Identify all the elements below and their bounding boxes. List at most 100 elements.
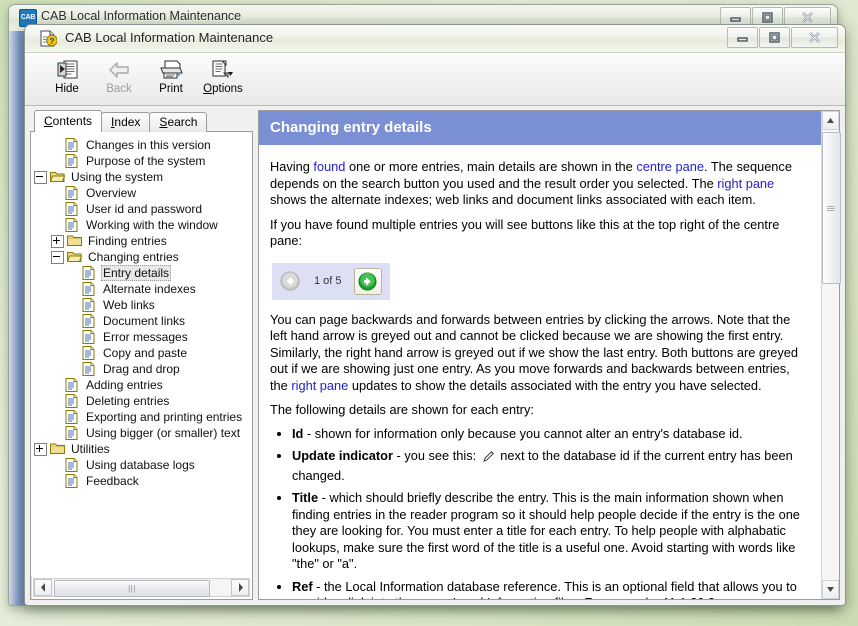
topic-heading: Changing entry details xyxy=(259,111,821,145)
tree-item-label: Error messages xyxy=(103,330,188,344)
back-button-label: Back xyxy=(106,83,132,95)
scroll-up-button[interactable] xyxy=(822,111,839,130)
pencil-icon xyxy=(482,450,495,468)
tree-item[interactable]: Finding entries xyxy=(32,233,251,249)
entry-detail-term: Title xyxy=(292,490,319,505)
tree-expand-icon[interactable] xyxy=(34,442,47,456)
tree-item[interactable]: Web links xyxy=(32,297,251,313)
tree-item[interactable]: Using the system xyxy=(32,169,251,185)
tab-index[interactable]: Index xyxy=(101,112,151,132)
tree-item[interactable]: Purpose of the system xyxy=(32,153,251,169)
tree-hscroll-thumb[interactable]: ||| xyxy=(54,580,210,597)
tree-item-label: Working with the window xyxy=(86,218,218,232)
tree-item[interactable]: User id and password xyxy=(32,201,251,217)
topic-paragraph-3: You can page backwards and forwards betw… xyxy=(270,312,809,395)
entry-detail-term: Id xyxy=(292,425,304,441)
link-centre-pane[interactable]: centre pane xyxy=(636,159,704,174)
p1-text-b: one or more entries, main details are sh… xyxy=(345,159,637,174)
topic-paragraph-4: The following details are shown for each… xyxy=(270,402,534,417)
tree-item[interactable]: Drag and drop xyxy=(32,361,251,377)
scroll-left-button[interactable] xyxy=(34,579,52,596)
tree-item[interactable]: Feedback xyxy=(32,473,251,489)
link-right-pane-2[interactable]: right pane xyxy=(291,378,348,393)
p3-text-b: updates to show the details associated w… xyxy=(348,377,762,393)
topic-vscroll-thumb[interactable]: ||| xyxy=(822,132,841,284)
help-window[interactable]: ? CAB Local Information Maintenance Hide… xyxy=(24,24,846,606)
pencil-icon xyxy=(482,451,494,462)
hide-button[interactable]: Hide xyxy=(41,56,93,103)
topic-body: Having found one or more entries, main d… xyxy=(259,145,821,599)
tree-item-label: Web links xyxy=(103,298,155,312)
tab-contents[interactable]: Contents xyxy=(34,110,103,132)
tab-search[interactable]: Search xyxy=(149,112,208,132)
hide-pane-icon xyxy=(56,59,78,81)
tree-item-label: Deleting entries xyxy=(86,394,170,408)
minimize-icon xyxy=(737,37,748,42)
chevron-right-icon xyxy=(238,583,243,592)
pager-forward-button[interactable] xyxy=(353,267,382,295)
tree-expand-icon[interactable] xyxy=(51,234,64,248)
open-folder-icon xyxy=(66,250,83,264)
contents-tree[interactable]: Changes in this version Purpose of the sy… xyxy=(31,132,252,576)
tree-item[interactable]: Deleting entries xyxy=(32,393,251,409)
background-window-title: CAB Local Information Maintenance xyxy=(41,9,242,23)
tree-item-label: Utilities xyxy=(71,442,110,456)
entry-detail-term: Update indicator xyxy=(292,448,393,463)
tree-collapse-icon[interactable] xyxy=(51,250,64,264)
topic-document: Changing entry details Having found one … xyxy=(259,111,821,599)
tree-item-label: Entry details xyxy=(101,265,172,281)
link-right-pane-1[interactable]: right pane xyxy=(717,176,774,191)
topic-vertical-scrollbar[interactable]: ||| xyxy=(821,111,841,599)
tree-hscroll-track[interactable]: ||| xyxy=(52,580,231,597)
scroll-right-button[interactable] xyxy=(231,579,249,596)
tree-item[interactable]: Alternate indexes xyxy=(32,281,251,297)
tree-item[interactable]: Working with the window xyxy=(32,217,251,233)
topic-paragraph-1: Having found one or more entries, main d… xyxy=(270,159,809,209)
tree-item[interactable]: Changes in this version xyxy=(32,137,251,153)
topic-vscroll-track[interactable]: ||| xyxy=(822,130,841,580)
forward-circle-arrow-icon xyxy=(358,271,377,291)
tree-item[interactable]: Adding entries xyxy=(32,377,251,393)
print-button-label: Print xyxy=(159,83,183,95)
tree-item[interactable]: Overview xyxy=(32,185,251,201)
help-window-titlebar[interactable]: ? CAB Local Information Maintenance xyxy=(25,25,845,53)
entry-detail-item: Update indicator - you see this: next to… xyxy=(292,448,809,484)
close-icon xyxy=(802,12,813,23)
entry-details-list: Id - shown for information only because … xyxy=(270,426,809,600)
tree-item[interactable]: Copy and paste xyxy=(32,345,251,361)
tree-item-label: Using bigger (or smaller) text xyxy=(86,426,241,440)
page-icon xyxy=(65,378,80,392)
tree-horizontal-scrollbar[interactable]: ||| xyxy=(33,578,250,597)
tree-item[interactable]: Exporting and printing entries xyxy=(32,409,251,425)
tree-item[interactable]: Error messages xyxy=(32,329,251,345)
chevron-down-icon xyxy=(827,587,834,592)
tree-item[interactable]: Using bigger (or smaller) text xyxy=(32,425,251,441)
maximize-button[interactable] xyxy=(759,27,790,48)
tree-item-label: Using the system xyxy=(71,170,164,184)
scroll-down-button[interactable] xyxy=(822,580,839,599)
page-icon xyxy=(65,138,80,152)
tree-collapse-icon[interactable] xyxy=(34,170,47,184)
tree-item-label: Feedback xyxy=(86,474,139,488)
back-button[interactable]: Back xyxy=(93,56,145,103)
back-circle-arrow-icon[interactable] xyxy=(280,271,300,291)
print-button[interactable]: Print xyxy=(145,56,197,103)
minimize-button[interactable] xyxy=(727,27,758,48)
page-icon xyxy=(82,298,97,312)
page-icon xyxy=(65,186,80,200)
link-found[interactable]: found xyxy=(313,159,345,174)
contents-tree-container[interactable]: Changes in this version Purpose of the sy… xyxy=(30,131,253,600)
entry-detail-text: - shown for information only because you… xyxy=(303,425,743,441)
tree-item[interactable]: Utilities xyxy=(32,441,251,457)
nav-tabstrip: Contents Index Search xyxy=(30,110,253,132)
tree-item[interactable]: Changing entries xyxy=(32,249,251,265)
topic-paragraph-2: If you have found multiple entries you w… xyxy=(270,216,780,249)
tree-item[interactable]: Document links xyxy=(32,313,251,329)
tree-item[interactable]: Using database logs xyxy=(32,457,251,473)
tree-item[interactable]: Entry details xyxy=(32,265,251,281)
options-button[interactable]: Options xyxy=(197,56,249,103)
back-arrow-icon xyxy=(108,59,130,81)
page-icon xyxy=(65,202,80,216)
close-button[interactable] xyxy=(791,27,838,48)
tab-label: ontents xyxy=(52,114,93,128)
